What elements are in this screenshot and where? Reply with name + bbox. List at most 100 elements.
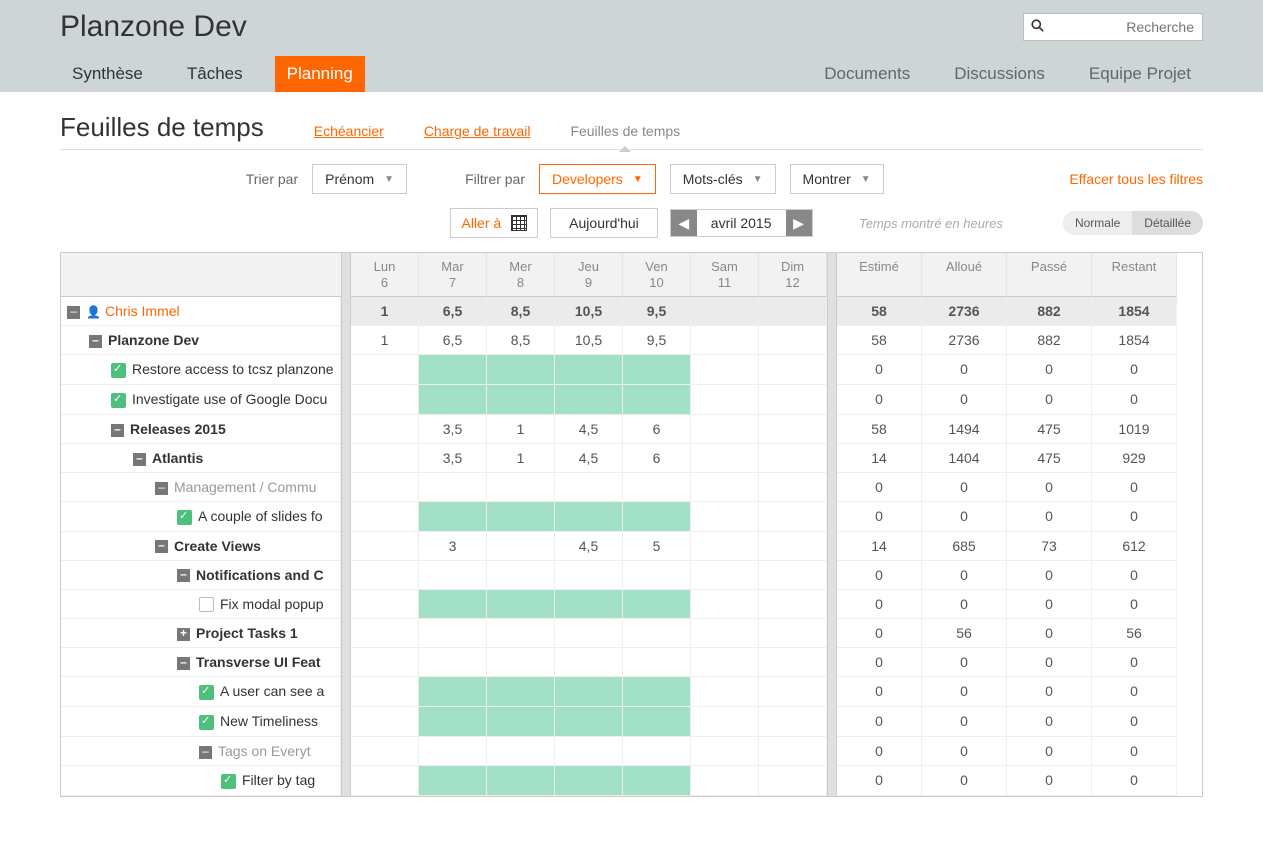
filter-dropdown[interactable]: Developers▼ (539, 164, 656, 194)
view-toggle-normal[interactable]: Normale (1063, 211, 1132, 235)
toggle-icon[interactable]: – (177, 657, 190, 670)
toggle-icon[interactable]: – (155, 540, 168, 553)
day-cell (623, 737, 691, 766)
summary-cell: 2736 (922, 326, 1007, 355)
sort-dropdown[interactable]: Prénom▼ (312, 164, 407, 194)
tree-row[interactable]: Fix modal popup (61, 590, 341, 620)
check-done-icon[interactable] (111, 393, 126, 408)
day-cell (419, 590, 487, 620)
page-title: Feuilles de temps (60, 112, 264, 143)
day-cell (623, 766, 691, 796)
tree-row[interactable]: Restore access to tcsz planzone (61, 355, 341, 385)
toggle-icon[interactable]: – (89, 335, 102, 348)
summary-cell: 0 (922, 707, 1007, 737)
check-done-icon[interactable] (177, 510, 192, 525)
nav-planning[interactable]: Planning (275, 56, 365, 92)
nav-documents[interactable]: Documents (812, 56, 922, 92)
summary-cell: 0 (922, 355, 1007, 385)
check-done-icon[interactable] (199, 715, 214, 730)
tree-row[interactable]: –Notifications and C (61, 561, 341, 590)
day-cell (487, 677, 555, 707)
summary-cell: 0 (1007, 766, 1092, 796)
gutter (827, 473, 837, 502)
nav-tâches[interactable]: Tâches (175, 56, 255, 92)
tree-row[interactable]: –Transverse UI Feat (61, 648, 341, 677)
day-cell (623, 707, 691, 737)
summary-cell: 2736 (922, 297, 1007, 326)
toggle-icon[interactable]: – (155, 482, 168, 495)
summary-cell: 0 (1007, 648, 1092, 677)
summary-cell: 0 (1092, 385, 1177, 415)
prev-arrow[interactable]: ◀ (671, 210, 697, 236)
check-done-icon[interactable] (199, 685, 214, 700)
tree-row[interactable]: Investigate use of Google Docu (61, 385, 341, 415)
gutter (341, 415, 351, 444)
tree-row[interactable]: –Tags on Everyt (61, 737, 341, 766)
check-done-icon[interactable] (221, 774, 236, 789)
gutter (341, 590, 351, 620)
nav-discussions[interactable]: Discussions (942, 56, 1057, 92)
toggle-icon[interactable]: – (133, 453, 146, 466)
sub-tab-2[interactable]: Feuilles de temps (570, 123, 680, 139)
day-cell (623, 561, 691, 590)
gutter (827, 737, 837, 766)
summary-cell: 685 (922, 532, 1007, 561)
row-label: Filter by tag (242, 772, 315, 788)
gutter (341, 385, 351, 415)
sub-tab-0[interactable]: Echéancier (314, 123, 384, 139)
summary-cell: 0 (837, 502, 922, 532)
day-cell (419, 619, 487, 648)
day-cell (419, 502, 487, 532)
day-cell: 10,5 (555, 326, 623, 355)
nav-synthèse[interactable]: Synthèse (60, 56, 155, 92)
today-button[interactable]: Aujourd'hui (550, 208, 658, 238)
tree-row[interactable]: Filter by tag (61, 766, 341, 796)
nav-equipe-projet[interactable]: Equipe Projet (1077, 56, 1203, 92)
toggle-icon[interactable]: – (199, 746, 212, 759)
check-empty-icon[interactable] (199, 597, 214, 612)
day-cell (419, 561, 487, 590)
search-input[interactable] (1023, 13, 1203, 41)
summary-cell: 14 (837, 444, 922, 473)
tree-row[interactable]: A user can see a (61, 677, 341, 707)
tree-row[interactable]: A couple of slides fo (61, 502, 341, 532)
summary-cell: 0 (922, 677, 1007, 707)
tree-row[interactable]: +Project Tasks 1 (61, 619, 341, 648)
check-done-icon[interactable] (111, 363, 126, 378)
day-cell (419, 648, 487, 677)
next-arrow[interactable]: ▶ (786, 210, 812, 236)
row-label: Notifications and C (196, 567, 324, 583)
row-label: Create Views (174, 538, 261, 554)
summary-cell: 0 (837, 677, 922, 707)
day-cell (555, 355, 623, 385)
gutter (827, 326, 837, 355)
day-cell (691, 444, 759, 473)
row-label: Investigate use of Google Docu (132, 391, 327, 407)
tree-row[interactable]: –👤Chris Immel (61, 297, 341, 326)
show-dropdown[interactable]: Montrer▼ (790, 164, 884, 194)
tree-row[interactable]: –Planzone Dev (61, 326, 341, 355)
day-cell: 1 (487, 444, 555, 473)
toggle-icon[interactable]: – (67, 306, 80, 319)
gutter (341, 444, 351, 473)
chevron-down-icon: ▼ (753, 174, 763, 185)
tree-row[interactable]: New Timeliness (61, 707, 341, 737)
keywords-dropdown[interactable]: Mots-clés▼ (670, 164, 776, 194)
row-label: A user can see a (220, 683, 324, 699)
clear-filters-link[interactable]: Effacer tous les filtres (1069, 171, 1203, 187)
sub-tab-1[interactable]: Charge de travail (424, 123, 531, 139)
tree-row[interactable]: –Releases 2015 (61, 415, 341, 444)
toggle-icon[interactable]: + (177, 628, 190, 641)
view-toggle-detailed[interactable]: Détaillée (1132, 211, 1203, 235)
tree-row[interactable]: –Atlantis (61, 444, 341, 473)
gutter (827, 619, 837, 648)
summary-cell: 0 (837, 648, 922, 677)
toggle-icon[interactable]: – (177, 569, 190, 582)
toggle-icon[interactable]: – (111, 424, 124, 437)
tree-row[interactable]: –Management / Commu (61, 473, 341, 502)
goto-button[interactable]: Aller à (450, 208, 538, 238)
tree-row[interactable]: –Create Views (61, 532, 341, 561)
summary-cell: 0 (1092, 707, 1177, 737)
date-navigator: ◀ avril 2015 ▶ (670, 209, 813, 237)
day-cell: 3,5 (419, 444, 487, 473)
